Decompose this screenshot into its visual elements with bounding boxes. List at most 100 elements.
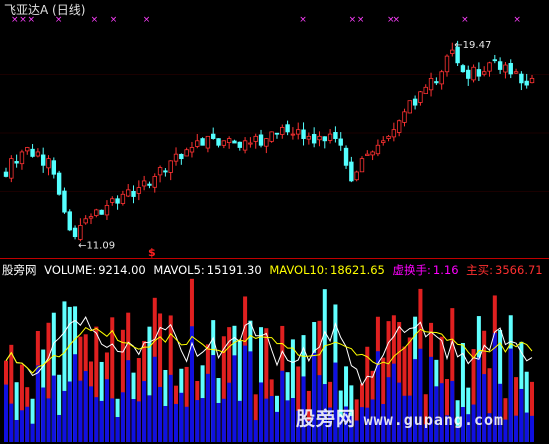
candle-up <box>529 78 535 84</box>
main-buy-bar <box>237 400 242 442</box>
candle-down <box>343 147 349 166</box>
candle-down <box>99 209 104 215</box>
candle-up <box>269 131 274 142</box>
candle-up <box>396 120 402 133</box>
candle-up <box>391 129 397 138</box>
candle-down <box>508 63 513 75</box>
indicator-source: 股旁网 <box>2 263 37 277</box>
signal-x-marker: × <box>357 15 365 25</box>
volume-label: VOLUME: <box>44 263 97 277</box>
mavol5-value: 15191.30 <box>206 263 262 277</box>
candle-up <box>365 153 370 156</box>
candle-down <box>492 59 498 62</box>
main-buy-bar <box>46 398 51 442</box>
candle-up <box>487 62 492 72</box>
candle-down <box>14 161 19 164</box>
candle-up <box>264 138 269 147</box>
candle-down <box>519 73 524 84</box>
candle-down <box>30 148 35 157</box>
main-buy-bar <box>4 384 8 442</box>
candle-up <box>375 144 381 155</box>
candle-up <box>195 140 200 147</box>
main-buy-bar <box>243 345 248 442</box>
main-buy-bar <box>285 400 290 442</box>
main-buy-bar <box>264 398 269 442</box>
candle-up <box>306 135 312 140</box>
candle-down <box>301 129 306 139</box>
main-buy-bar <box>211 355 216 442</box>
candle-up <box>152 176 157 188</box>
main-buy-bar <box>195 400 200 442</box>
main-buy-bar <box>14 419 19 442</box>
main-buy-bar <box>232 355 237 442</box>
main-buy-bar <box>73 354 78 442</box>
candle-down <box>333 132 338 139</box>
main-buy-bar <box>51 375 56 442</box>
main-buy-bar <box>19 410 24 442</box>
candle-up <box>83 218 88 224</box>
main-buy-bar <box>253 420 258 442</box>
main-buy-bar <box>110 398 115 442</box>
watermark: 股旁网 www.gupang.com <box>296 404 504 431</box>
main-buy-bar <box>120 392 125 442</box>
candle-up <box>280 127 285 135</box>
stock-chart-window: × × × × × × × × × × × × × × ←19.47 ←11.09 $ 飞亚达A (日线) 股旁… <box>0 0 549 444</box>
candle-up <box>513 71 519 74</box>
main-buy-bar <box>514 415 519 442</box>
main-buy-bar <box>152 356 157 442</box>
candle-up <box>104 205 110 216</box>
candle-up <box>370 151 375 156</box>
low-price-label: ←11.09 <box>78 241 115 252</box>
watermark-url: www.gupang.com <box>363 411 505 429</box>
candle-up <box>173 153 179 162</box>
signal-x-marker: × <box>143 15 151 25</box>
main-buy-bar <box>83 371 88 442</box>
main-buy-bar <box>269 396 274 442</box>
candle-down <box>237 141 242 148</box>
candle-down <box>524 80 529 86</box>
mavol10-label: MAVOL10: <box>269 263 328 277</box>
watermark-text: 股旁网 <box>296 408 357 430</box>
main-buy-bar <box>67 381 72 442</box>
candle-up <box>386 135 391 139</box>
candle-up <box>444 55 450 73</box>
turnover-label: 虚换手: <box>392 263 431 277</box>
candle-up <box>418 91 423 103</box>
signal-x-marker: × <box>393 15 401 25</box>
main-buy-bar <box>57 414 62 442</box>
main-buy-value: 3566.71 <box>495 263 543 277</box>
candle-down <box>497 61 503 70</box>
pane-divider[interactable] <box>0 258 549 259</box>
candle-up <box>381 140 386 143</box>
candle-down <box>67 211 72 231</box>
main-buy-bar <box>524 412 529 442</box>
candle-up <box>402 111 407 123</box>
candle-up <box>221 140 227 146</box>
main-buy-bar <box>184 406 189 442</box>
mavol10-value: 18621.65 <box>330 263 385 277</box>
candle-up <box>439 71 444 85</box>
candle-up <box>317 135 322 141</box>
candle-up <box>141 180 147 187</box>
candle-up <box>19 151 25 165</box>
candle-down <box>349 161 354 182</box>
candle-up <box>94 209 99 216</box>
candle-up <box>157 167 163 176</box>
candle-up <box>296 129 301 135</box>
candle-down <box>232 140 237 144</box>
main-buy-bar <box>41 387 46 442</box>
price-chart-pane[interactable]: × × × × × × × × × × × × × × ←19.47 ←11.09 $ 飞亚达A (日线) <box>0 0 549 258</box>
candle-up <box>35 151 41 157</box>
main-buy-bar <box>115 417 120 442</box>
candle-down <box>131 190 136 197</box>
candlestick-chart[interactable]: × × × × × × × × × × ×× × ×←19.47←11.09 $ <box>0 0 549 258</box>
candle-down <box>338 138 343 146</box>
candle-down <box>274 132 280 135</box>
main-buy-bar <box>200 398 205 442</box>
candle-up <box>120 193 126 204</box>
candle-up <box>78 225 83 240</box>
main-buy-bar <box>248 351 253 442</box>
candle-up <box>242 140 248 151</box>
candle-down <box>476 69 482 77</box>
main-buy-bar <box>25 406 30 442</box>
